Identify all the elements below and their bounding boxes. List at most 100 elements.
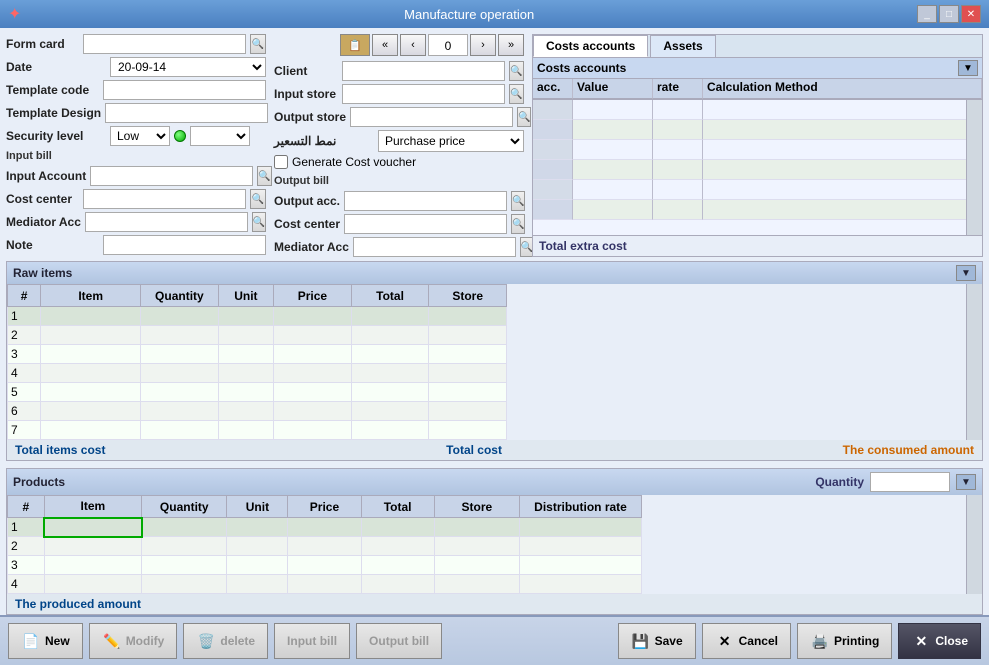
- raw-r4-store[interactable]: [429, 364, 507, 383]
- prod-r1-store[interactable]: [434, 518, 519, 537]
- prod-r2-total[interactable]: [361, 537, 434, 556]
- raw-items-header[interactable]: Raw items ▼: [7, 262, 982, 284]
- raw-r6-total[interactable]: [351, 402, 429, 421]
- pricing-mode-select[interactable]: Purchase price: [378, 130, 524, 152]
- output-store-browse-button[interactable]: 🔍: [517, 107, 531, 127]
- input-cost-center-input[interactable]: [83, 189, 246, 209]
- raw-r4-item[interactable]: [41, 364, 141, 383]
- prod-r1-item[interactable]: [44, 518, 142, 537]
- next-button[interactable]: ›: [470, 34, 496, 56]
- input-account-browse-button[interactable]: 🔍: [257, 166, 271, 186]
- costs-cell-6-method[interactable]: [703, 200, 982, 220]
- prod-r3-price[interactable]: [288, 556, 361, 575]
- prod-r1-dist[interactable]: [520, 518, 642, 537]
- output-bill-button[interactable]: Output bill: [356, 623, 442, 659]
- prod-r3-item[interactable]: [44, 556, 142, 575]
- client-browse-button[interactable]: 🔍: [509, 61, 524, 81]
- raw-r7-price[interactable]: [274, 421, 352, 440]
- prod-r4-unit[interactable]: [227, 575, 288, 594]
- costs-cell-4-value[interactable]: [573, 160, 653, 180]
- prod-r3-dist[interactable]: [520, 556, 642, 575]
- raw-r7-qty[interactable]: [141, 421, 219, 440]
- raw-r2-price[interactable]: [274, 326, 352, 345]
- raw-r1-total[interactable]: [351, 307, 429, 326]
- prod-row-1[interactable]: 1: [8, 518, 642, 537]
- prod-r4-dist[interactable]: [520, 575, 642, 594]
- costs-cell-6-rate[interactable]: [653, 200, 703, 220]
- close-button[interactable]: ✕ Close: [898, 623, 981, 659]
- raw-row-4[interactable]: 4: [8, 364, 507, 383]
- icon-book-button[interactable]: 📋: [340, 34, 370, 56]
- prod-r1-qty[interactable]: [142, 518, 227, 537]
- minimize-button[interactable]: _: [917, 5, 937, 23]
- note-input[interactable]: [103, 235, 266, 255]
- maximize-button[interactable]: □: [939, 5, 959, 23]
- prod-r1-total[interactable]: [361, 518, 434, 537]
- costs-cell-2-value[interactable]: [573, 120, 653, 140]
- prod-r4-total[interactable]: [361, 575, 434, 594]
- raw-r4-price[interactable]: [274, 364, 352, 383]
- prod-r4-qty[interactable]: [142, 575, 227, 594]
- raw-r1-item[interactable]: [41, 307, 141, 326]
- costs-cell-4-acc[interactable]: [533, 160, 573, 180]
- prod-row-3[interactable]: 3: [8, 556, 642, 575]
- prod-r2-dist[interactable]: [520, 537, 642, 556]
- output-acc-input[interactable]: [344, 191, 507, 211]
- raw-r5-price[interactable]: [274, 383, 352, 402]
- raw-r6-store[interactable]: [429, 402, 507, 421]
- last-button[interactable]: »: [498, 34, 524, 56]
- close-window-button[interactable]: ✕: [961, 5, 981, 23]
- raw-r1-unit[interactable]: [218, 307, 273, 326]
- template-design-input[interactable]: [105, 103, 268, 123]
- raw-row-7[interactable]: 7: [8, 421, 507, 440]
- raw-r2-total[interactable]: [351, 326, 429, 345]
- costs-cell-5-method[interactable]: [703, 180, 982, 200]
- form-card-input[interactable]: [83, 34, 246, 54]
- prod-r2-qty[interactable]: [142, 537, 227, 556]
- costs-cell-4-method[interactable]: [703, 160, 982, 180]
- costs-cell-2-rate[interactable]: [653, 120, 703, 140]
- costs-cell-1-value[interactable]: [573, 100, 653, 120]
- first-button[interactable]: «: [372, 34, 398, 56]
- client-input[interactable]: [342, 61, 505, 81]
- raw-items-collapse-button[interactable]: ▼: [956, 265, 976, 281]
- raw-r2-item[interactable]: [41, 326, 141, 345]
- new-button[interactable]: 📄 New: [8, 623, 83, 659]
- costs-cell-3-acc[interactable]: [533, 140, 573, 160]
- raw-r6-price[interactable]: [274, 402, 352, 421]
- raw-r3-qty[interactable]: [141, 345, 219, 364]
- prod-r2-store[interactable]: [434, 537, 519, 556]
- costs-collapse-button[interactable]: ▼: [958, 60, 978, 76]
- raw-r4-total[interactable]: [351, 364, 429, 383]
- raw-r5-unit[interactable]: [218, 383, 273, 402]
- prod-r3-store[interactable]: [434, 556, 519, 575]
- costs-cell-4-rate[interactable]: [653, 160, 703, 180]
- input-mediator-browse-button[interactable]: 🔍: [252, 212, 266, 232]
- prod-r4-store[interactable]: [434, 575, 519, 594]
- raw-r7-unit[interactable]: [218, 421, 273, 440]
- costs-cell-5-rate[interactable]: [653, 180, 703, 200]
- prod-row-4[interactable]: 4: [8, 575, 642, 594]
- prod-r3-unit[interactable]: [227, 556, 288, 575]
- input-cost-center-browse-button[interactable]: 🔍: [250, 189, 267, 209]
- raw-r7-store[interactable]: [429, 421, 507, 440]
- prod-r2-price[interactable]: [288, 537, 361, 556]
- prod-r4-item[interactable]: [44, 575, 142, 594]
- raw-r4-unit[interactable]: [218, 364, 273, 383]
- raw-items-scrollbar[interactable]: [966, 284, 982, 440]
- prod-r3-qty[interactable]: [142, 556, 227, 575]
- raw-r2-unit[interactable]: [218, 326, 273, 345]
- costs-cell-1-acc[interactable]: [533, 100, 573, 120]
- costs-cell-1-rate[interactable]: [653, 100, 703, 120]
- raw-r2-store[interactable]: [429, 326, 507, 345]
- prod-r4-price[interactable]: [288, 575, 361, 594]
- raw-row-2[interactable]: 2: [8, 326, 507, 345]
- raw-r6-unit[interactable]: [218, 402, 273, 421]
- raw-r6-qty[interactable]: [141, 402, 219, 421]
- input-bill-button[interactable]: Input bill: [274, 623, 350, 659]
- products-header[interactable]: Products Quantity ▼: [7, 469, 982, 495]
- input-store-browse-button[interactable]: 🔍: [509, 84, 524, 104]
- costs-scrollbar[interactable]: [966, 100, 982, 235]
- costs-cell-5-acc[interactable]: [533, 180, 573, 200]
- template-code-input[interactable]: [103, 80, 266, 100]
